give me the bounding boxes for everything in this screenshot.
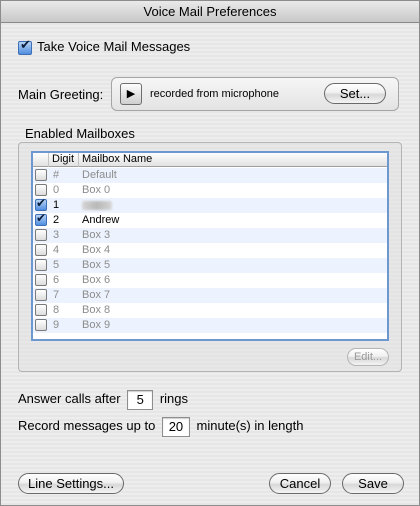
- mailbox-enabled-checkbox[interactable]: [35, 229, 47, 241]
- mailbox-rows: # Default 0 Box 0 1 2 Andrew 3 Box 3 4 Box 4 5 Box 5…: [33, 168, 387, 333]
- play-button[interactable]: ▶: [120, 83, 142, 105]
- mailbox-digit: 9: [53, 319, 60, 331]
- record-length-row: Record messages up to 20 minute(s) in le…: [18, 415, 304, 437]
- mailbox-row[interactable]: 2 Andrew: [33, 211, 387, 228]
- table-header: Digit Mailbox Name: [33, 153, 387, 167]
- take-messages-row[interactable]: Take Voice Mail Messages: [18, 38, 190, 55]
- mailbox-enabled-checkbox[interactable]: [35, 259, 47, 271]
- mailbox-enabled-checkbox[interactable]: [35, 244, 47, 256]
- mailbox-row[interactable]: 1: [33, 196, 387, 213]
- window-title: Voice Mail Preferences: [1, 1, 419, 23]
- mailbox-enabled-checkbox[interactable]: [35, 289, 47, 301]
- play-icon: ▶: [126, 87, 136, 100]
- rings-label: rings: [159, 391, 189, 406]
- record-messages-label: Record messages up to: [18, 418, 156, 433]
- take-messages-label: Take Voice Mail Messages: [37, 39, 191, 54]
- mailbox-row[interactable]: # Default: [33, 168, 387, 183]
- mailboxes-group: Digit Mailbox Name # Default 0 Box 0 1 2 Andre…: [18, 142, 402, 372]
- mailbox-digit: 8: [53, 304, 60, 316]
- mailbox-digit: 7: [53, 289, 60, 301]
- set-greeting-button[interactable]: Set...: [324, 83, 386, 104]
- greeting-box: ▶ recorded from microphone Set...: [111, 77, 399, 111]
- mailbox-digit: 6: [53, 274, 60, 286]
- mailbox-row[interactable]: 5 Box 5: [33, 258, 387, 273]
- main-greeting-label: Main Greeting:: [18, 87, 104, 102]
- mailbox-name: Box 4: [82, 244, 111, 256]
- mailbox-table[interactable]: Digit Mailbox Name # Default 0 Box 0 1 2 Andre…: [31, 151, 389, 341]
- mailbox-name: Default: [82, 169, 117, 181]
- mailbox-name: Box 5: [82, 259, 111, 271]
- greeting-source: recorded from microphone: [150, 88, 280, 100]
- enabled-mailboxes-label: Enabled Mailboxes: [25, 126, 135, 141]
- mailbox-row[interactable]: 6 Box 6: [33, 273, 387, 288]
- mailbox-row[interactable]: 3 Box 3: [33, 228, 387, 243]
- redacted-mailbox-name: [82, 201, 112, 210]
- mailbox-row[interactable]: 9 Box 9: [33, 318, 387, 333]
- preferences-window: Voice Mail Preferences Take Voice Mail M…: [0, 0, 420, 506]
- minutes-label: minute(s) in length: [196, 418, 304, 433]
- mailbox-row[interactable]: 7 Box 7: [33, 288, 387, 303]
- answer-calls-row: Answer calls after 5 rings: [18, 388, 188, 410]
- mailbox-digit: 2: [53, 214, 60, 226]
- line-settings-button[interactable]: Line Settings...: [18, 473, 124, 494]
- mailbox-digit: #: [53, 169, 60, 181]
- cancel-button[interactable]: Cancel: [269, 473, 331, 494]
- take-messages-checkbox[interactable]: [18, 38, 32, 55]
- mailbox-row[interactable]: 4 Box 4: [33, 243, 387, 258]
- mailbox-enabled-checkbox[interactable]: [35, 211, 47, 226]
- mailbox-row[interactable]: 0 Box 0: [33, 183, 387, 198]
- mailbox-name: Box 0: [82, 184, 111, 196]
- mailbox-digit: 5: [53, 259, 60, 271]
- mailbox-name: Box 6: [82, 274, 111, 286]
- answer-calls-label: Answer calls after: [18, 391, 121, 406]
- mailbox-enabled-checkbox[interactable]: [35, 196, 47, 211]
- mailbox-enabled-checkbox[interactable]: [35, 169, 47, 181]
- mailbox-name: Box 8: [82, 304, 111, 316]
- mailbox-enabled-checkbox[interactable]: [35, 274, 47, 286]
- mailbox-name: Box 7: [82, 289, 111, 301]
- column-header-mailbox-name[interactable]: Mailbox Name: [79, 153, 152, 167]
- mailbox-digit: 4: [53, 244, 60, 256]
- mailbox-row[interactable]: 8 Box 8: [33, 303, 387, 318]
- mailbox-enabled-checkbox[interactable]: [35, 184, 47, 196]
- column-header-enabled[interactable]: [33, 153, 49, 167]
- edit-button[interactable]: Edit...: [347, 348, 389, 366]
- mailbox-name: Andrew: [82, 214, 120, 226]
- mailbox-digit: 1: [53, 199, 60, 211]
- mailbox-name: Box 3: [82, 229, 111, 241]
- mailbox-digit: 3: [53, 229, 60, 241]
- column-header-digit[interactable]: Digit: [49, 153, 79, 167]
- mailbox-enabled-checkbox[interactable]: [35, 319, 47, 331]
- mailbox-digit: 0: [53, 184, 60, 196]
- save-button[interactable]: Save: [342, 473, 404, 494]
- mailbox-enabled-checkbox[interactable]: [35, 304, 47, 316]
- rings-count-field[interactable]: 5: [127, 389, 154, 410]
- mailbox-name: Box 9: [82, 319, 111, 331]
- max-minutes-field[interactable]: 20: [161, 416, 190, 437]
